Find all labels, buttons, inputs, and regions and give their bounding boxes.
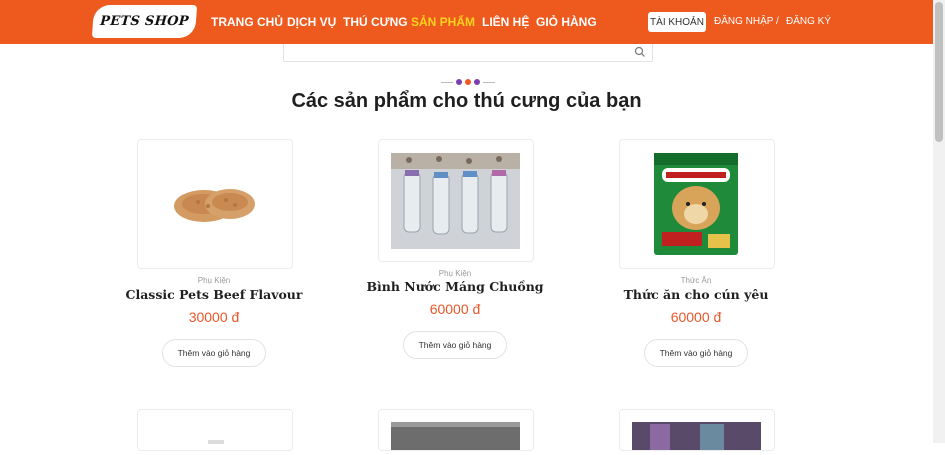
paw-icon <box>456 79 462 85</box>
product-category: Phụ Kiện <box>197 276 231 285</box>
logo-text: PETS SHOP <box>99 14 190 29</box>
product-name[interactable]: Classic Pets Beef Flavour <box>107 287 321 302</box>
product-image <box>632 422 761 452</box>
page-title: Các sản phẩm cho thú cưng của bạn <box>291 90 642 112</box>
nav-cart[interactable]: GIỎ HÀNG <box>536 15 597 29</box>
search-icon[interactable] <box>634 46 646 58</box>
product-name[interactable]: Thức ăn cho cún yêu <box>589 287 803 302</box>
search-input[interactable] <box>290 46 624 63</box>
register-link[interactable]: ĐĂNG KÝ <box>786 16 831 27</box>
product-category: Thức Ăn <box>680 276 712 285</box>
product-image <box>391 422 520 452</box>
nav-contact[interactable]: LIÊN HỆ <box>482 15 529 29</box>
product-image-frame[interactable] <box>619 139 775 269</box>
add-to-cart-button[interactable]: Thêm vào giỏ hàng <box>644 339 748 367</box>
product-price: 30000 đ <box>188 309 240 325</box>
product-image-water-bottles <box>391 153 520 249</box>
nav-home[interactable]: TRANG CHỦ <box>211 15 283 29</box>
product-name[interactable]: Bình Nước Máng Chuồng <box>348 279 562 294</box>
product-image-frame[interactable] <box>137 139 293 269</box>
product-image-frame[interactable] <box>619 409 775 452</box>
product-price: 60000 đ <box>429 301 481 317</box>
add-to-cart-button[interactable]: Thêm vào giỏ hàng <box>162 339 266 367</box>
nav-products[interactable]: SẢN PHẨM <box>411 15 475 29</box>
login-link[interactable]: ĐĂNG NHẬP <box>714 16 773 27</box>
product-image-biscuits <box>174 189 255 222</box>
product-image <box>208 440 224 444</box>
top-header: PETS SHOP TRANG CHỦ DỊCH VỤ THÚ CƯNG SẢN… <box>0 0 933 44</box>
paw-divider <box>440 77 496 87</box>
account-button[interactable]: TÀI KHOẢN <box>648 12 706 32</box>
nav-pets[interactable]: THÚ CƯNG <box>343 15 408 29</box>
product-image-frame[interactable] <box>378 409 534 452</box>
product-price: 60000 đ <box>670 309 722 325</box>
add-to-cart-button[interactable]: Thêm vào giỏ hàng <box>403 331 507 359</box>
product-category: Phụ Kiện <box>438 269 472 278</box>
product-image-dog-food-bag <box>654 153 738 255</box>
auth-separator: / <box>776 16 779 27</box>
search-bar <box>283 44 653 63</box>
product-image-frame[interactable] <box>137 409 293 451</box>
paw-icon <box>465 79 471 85</box>
product-image-frame[interactable] <box>378 139 534 262</box>
scrollbar-thumb[interactable] <box>935 2 943 142</box>
paw-icon <box>474 79 480 85</box>
logo[interactable]: PETS SHOP <box>91 5 198 38</box>
nav-services[interactable]: DỊCH VỤ <box>287 15 336 29</box>
